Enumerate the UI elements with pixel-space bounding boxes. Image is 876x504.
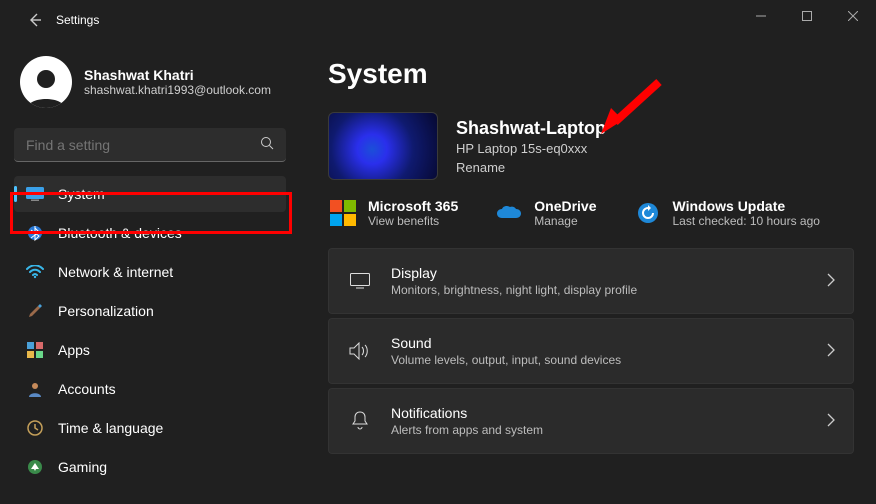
back-button[interactable] xyxy=(18,3,52,37)
avatar xyxy=(20,56,72,108)
sidebar-item-gaming[interactable]: Gaming xyxy=(14,449,286,485)
minimize-button[interactable] xyxy=(738,0,784,32)
service-windows-update[interactable]: Windows Update Last checked: 10 hours ag… xyxy=(635,198,820,228)
wifi-icon xyxy=(26,263,44,281)
card-title: Sound xyxy=(391,335,621,351)
sidebar-item-bluetooth[interactable]: Bluetooth & devices xyxy=(14,215,286,251)
sidebar-item-system[interactable]: System xyxy=(14,176,286,212)
service-title: Windows Update xyxy=(673,198,820,214)
nav-list: System Bluetooth & devices Network & int… xyxy=(14,176,286,485)
window-controls xyxy=(738,0,876,32)
sidebar-item-personalization[interactable]: Personalization xyxy=(14,293,286,329)
bell-icon xyxy=(347,411,373,431)
sidebar-item-accounts[interactable]: Accounts xyxy=(14,371,286,407)
sidebar-item-label: Accounts xyxy=(58,381,116,397)
sidebar-item-apps[interactable]: Apps xyxy=(14,332,286,368)
chevron-right-icon xyxy=(827,413,835,430)
card-title: Display xyxy=(391,265,637,281)
services-row: Microsoft 365 View benefits OneDrive Man… xyxy=(328,198,854,228)
device-model: HP Laptop 15s-eq0xxx xyxy=(456,141,606,156)
service-sub: Manage xyxy=(534,214,596,228)
card-notifications[interactable]: Notifications Alerts from apps and syste… xyxy=(328,388,854,454)
display-icon xyxy=(347,273,373,289)
close-button[interactable] xyxy=(830,0,876,32)
sidebar-item-label: Gaming xyxy=(58,459,107,475)
device-name: Shashwat-Laptop xyxy=(456,118,606,139)
microsoft-icon xyxy=(330,200,356,226)
window-title: Settings xyxy=(56,13,99,27)
chevron-right-icon xyxy=(827,273,835,290)
sidebar: Shashwat Khatri shashwat.khatri1993@outl… xyxy=(0,40,300,504)
page-title: System xyxy=(328,58,854,90)
card-sub: Alerts from apps and system xyxy=(391,423,543,437)
rename-link[interactable]: Rename xyxy=(456,160,606,175)
card-display[interactable]: Display Monitors, brightness, night ligh… xyxy=(328,248,854,314)
clock-icon xyxy=(26,419,44,437)
sidebar-item-time[interactable]: Time & language xyxy=(14,410,286,446)
chevron-right-icon xyxy=(827,343,835,360)
system-icon xyxy=(26,185,44,203)
sidebar-item-label: System xyxy=(58,186,105,202)
card-sub: Volume levels, output, input, sound devi… xyxy=(391,353,621,367)
sidebar-item-label: Network & internet xyxy=(58,264,173,280)
update-icon xyxy=(635,200,661,226)
card-sound[interactable]: Sound Volume levels, output, input, soun… xyxy=(328,318,854,384)
search-icon xyxy=(260,136,274,153)
titlebar: Settings xyxy=(0,0,876,40)
card-title: Notifications xyxy=(391,405,543,421)
service-title: OneDrive xyxy=(534,198,596,214)
sidebar-item-label: Time & language xyxy=(58,420,163,436)
main-content: System Shashwat-Laptop HP Laptop 15s-eq0… xyxy=(300,40,876,504)
apps-icon xyxy=(26,341,44,359)
onedrive-icon xyxy=(496,200,522,226)
service-microsoft365[interactable]: Microsoft 365 View benefits xyxy=(330,198,458,228)
sidebar-item-label: Apps xyxy=(58,342,90,358)
settings-cards: Display Monitors, brightness, night ligh… xyxy=(328,248,854,454)
search-input[interactable] xyxy=(26,137,260,153)
gaming-icon xyxy=(26,458,44,476)
bluetooth-icon xyxy=(26,224,44,242)
sidebar-item-label: Personalization xyxy=(58,303,154,319)
accounts-icon xyxy=(26,380,44,398)
user-name: Shashwat Khatri xyxy=(84,67,271,83)
service-onedrive[interactable]: OneDrive Manage xyxy=(496,198,596,228)
search-box[interactable] xyxy=(14,128,286,162)
sound-icon xyxy=(347,342,373,360)
device-wallpaper xyxy=(328,112,438,180)
maximize-button[interactable] xyxy=(784,0,830,32)
service-sub: View benefits xyxy=(368,214,458,228)
device-info: Shashwat-Laptop HP Laptop 15s-eq0xxx Ren… xyxy=(328,112,854,180)
sidebar-item-network[interactable]: Network & internet xyxy=(14,254,286,290)
user-block[interactable]: Shashwat Khatri shashwat.khatri1993@outl… xyxy=(14,52,286,124)
card-sub: Monitors, brightness, night light, displ… xyxy=(391,283,637,297)
paintbrush-icon xyxy=(26,302,44,320)
user-email: shashwat.khatri1993@outlook.com xyxy=(84,83,271,97)
service-sub: Last checked: 10 hours ago xyxy=(673,214,820,228)
sidebar-item-label: Bluetooth & devices xyxy=(58,225,182,241)
service-title: Microsoft 365 xyxy=(368,198,458,214)
